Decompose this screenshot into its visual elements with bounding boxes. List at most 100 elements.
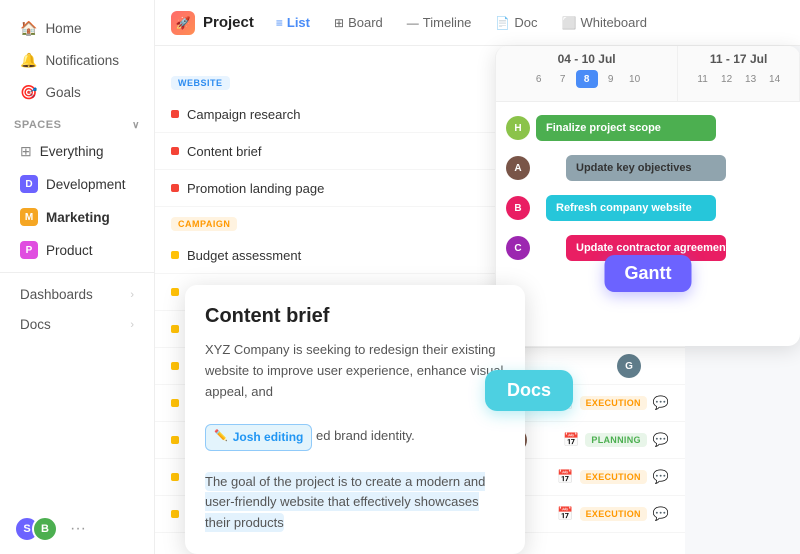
tab-list[interactable]: ≡ List bbox=[266, 10, 320, 35]
spaces-section-label: Spaces ∨ bbox=[0, 109, 154, 135]
sidebar-bottom-section: Dashboards › Docs › bbox=[0, 272, 154, 339]
sidebar-nav-label: Goals bbox=[45, 85, 80, 100]
docs-highlight-text: The goal of the project is to create a m… bbox=[205, 472, 485, 533]
task-bullet bbox=[171, 251, 179, 259]
docs-body-text: XYZ Company is seeking to redesign their… bbox=[205, 340, 505, 534]
website-badge: WEBSITE bbox=[171, 76, 230, 90]
calendar-icon: 📅 bbox=[563, 432, 579, 448]
gantt-bar-label: Update contractor agreement bbox=[576, 242, 729, 254]
task-bullet bbox=[171, 184, 179, 192]
gantt-day: 6 bbox=[528, 70, 550, 88]
tab-label: Doc bbox=[514, 15, 537, 30]
gantt-week-1: 04 - 10 Jul 6 7 8 9 10 bbox=[496, 46, 678, 101]
gantt-assignee-avatar: H bbox=[506, 116, 530, 140]
sidebar-space-label: Everything bbox=[40, 144, 104, 159]
gantt-week-label: 11 - 17 Jul bbox=[710, 52, 767, 66]
sidebar-item-home[interactable]: 🏠 Home bbox=[6, 13, 148, 44]
gantt-days: 6 7 8 9 10 bbox=[528, 70, 646, 88]
docs-title: Content brief bbox=[205, 305, 505, 328]
task-bullet bbox=[171, 473, 179, 481]
prod-dot: P bbox=[20, 241, 38, 259]
tab-whiteboard[interactable]: ⬜ Whiteboard bbox=[552, 10, 657, 35]
mkt-dot: M bbox=[20, 208, 38, 226]
main-content: 🚀 Project ≡ List ⊞ Board — Timeline 📄 Do… bbox=[155, 0, 800, 554]
project-title: Project bbox=[203, 14, 254, 31]
whiteboard-icon: ⬜ bbox=[562, 16, 577, 30]
gantt-day: 14 bbox=[764, 70, 786, 88]
chat-icon: 💬 bbox=[653, 432, 669, 448]
tab-label: Board bbox=[348, 15, 383, 30]
tab-board[interactable]: ⊞ Board bbox=[324, 10, 393, 35]
sidebar-item-development[interactable]: D Development bbox=[6, 168, 148, 200]
status-badge: PLANNING bbox=[585, 433, 646, 447]
gantt-bar: Update key objectives bbox=[566, 155, 726, 181]
sidebar-item-product[interactable]: P Product bbox=[6, 234, 148, 266]
task-extras: 📅 EXECUTION 💬 bbox=[557, 395, 669, 411]
chevron-down-icon: ∨ bbox=[132, 120, 140, 131]
task-assignee: G bbox=[589, 354, 669, 378]
gantt-week-label: 04 - 10 Jul bbox=[558, 52, 616, 66]
gantt-day: 10 bbox=[624, 70, 646, 88]
tab-doc[interactable]: 📄 Doc bbox=[485, 10, 547, 35]
sidebar-item-marketing[interactable]: M Marketing bbox=[6, 201, 148, 233]
tab-timeline[interactable]: — Timeline bbox=[397, 10, 482, 35]
bell-icon: 🔔 bbox=[20, 52, 37, 69]
dashboards-label: Dashboards bbox=[20, 287, 93, 302]
docs-text-1: XYZ Company is seeking to redesign their… bbox=[205, 342, 503, 399]
sidebar-item-everything[interactable]: ⊞ Everything bbox=[6, 136, 148, 167]
chat-icon: 💬 bbox=[653, 506, 669, 522]
board-icon: ⊞ bbox=[334, 16, 344, 30]
task-bullet bbox=[171, 288, 179, 296]
pencil-icon: ✏️ bbox=[214, 428, 228, 446]
gantt-row: B Refresh company website bbox=[506, 190, 790, 226]
sidebar-item-goals[interactable]: 🎯 Goals bbox=[6, 77, 148, 108]
tab-label: Whiteboard bbox=[580, 15, 646, 30]
sidebar-nav-label: Home bbox=[45, 21, 81, 36]
footer-menu-dots[interactable]: ··· bbox=[70, 520, 86, 538]
tab-label: Timeline bbox=[423, 15, 472, 30]
task-bullet bbox=[171, 510, 179, 518]
gantt-header: 04 - 10 Jul 6 7 8 9 10 11 - 17 Jul 11 12… bbox=[496, 46, 800, 102]
sidebar: 🏠 Home 🔔 Notifications 🎯 Goals Spaces ∨ … bbox=[0, 0, 155, 554]
docs-badge-label: Docs bbox=[507, 380, 551, 400]
sidebar-item-dashboards[interactable]: Dashboards › bbox=[6, 280, 148, 309]
gantt-row: H Finalize project scope bbox=[506, 110, 790, 146]
sidebar-space-label: Development bbox=[46, 177, 126, 192]
task-bullet bbox=[171, 399, 179, 407]
timeline-icon: — bbox=[407, 16, 419, 30]
chevron-right-icon: › bbox=[130, 289, 134, 301]
status-badge: EXECUTION bbox=[580, 396, 647, 410]
task-bullet bbox=[171, 110, 179, 118]
chat-icon: 💬 bbox=[653, 395, 669, 411]
doc-icon: 📄 bbox=[495, 16, 510, 30]
gantt-body: H Finalize project scope A Update key ob… bbox=[496, 102, 800, 278]
sidebar-item-notifications[interactable]: 🔔 Notifications bbox=[6, 45, 148, 76]
gantt-assignee-avatar: C bbox=[506, 236, 530, 260]
gantt-tooltip: Gantt bbox=[605, 255, 692, 292]
task-bullet bbox=[171, 362, 179, 370]
calendar-icon: 📅 bbox=[557, 469, 573, 485]
calendar-icon: 📅 bbox=[557, 506, 573, 522]
list-icon: ≡ bbox=[276, 16, 283, 30]
gantt-day: 11 bbox=[692, 70, 714, 88]
gantt-day: 9 bbox=[600, 70, 622, 88]
spaces-label-text: Spaces bbox=[14, 119, 61, 131]
chevron-right-icon: › bbox=[130, 319, 134, 331]
assignee-avatar: G bbox=[617, 354, 641, 378]
avatar-group: S B bbox=[14, 516, 58, 542]
status-badge: EXECUTION bbox=[580, 470, 647, 484]
gantt-bar: Finalize project scope bbox=[536, 115, 716, 141]
docs-label: Docs bbox=[20, 317, 51, 332]
task-extras: 📅 EXECUTION 💬 bbox=[557, 469, 669, 485]
gantt-bar-label: Finalize project scope bbox=[546, 122, 661, 134]
gantt-day: 7 bbox=[552, 70, 574, 88]
gantt-days: 11 12 13 14 bbox=[692, 70, 786, 88]
sidebar-item-docs[interactable]: Docs › bbox=[6, 310, 148, 339]
task-extras: 📅 PLANNING 💬 bbox=[563, 432, 669, 448]
task-extras: 📅 EXECUTION 💬 bbox=[557, 506, 669, 522]
gantt-day-today: 8 bbox=[576, 70, 598, 88]
goals-icon: 🎯 bbox=[20, 84, 37, 101]
gantt-week-2: 11 - 17 Jul 11 12 13 14 bbox=[678, 46, 800, 101]
task-bullet bbox=[171, 147, 179, 155]
task-bullet bbox=[171, 436, 179, 444]
